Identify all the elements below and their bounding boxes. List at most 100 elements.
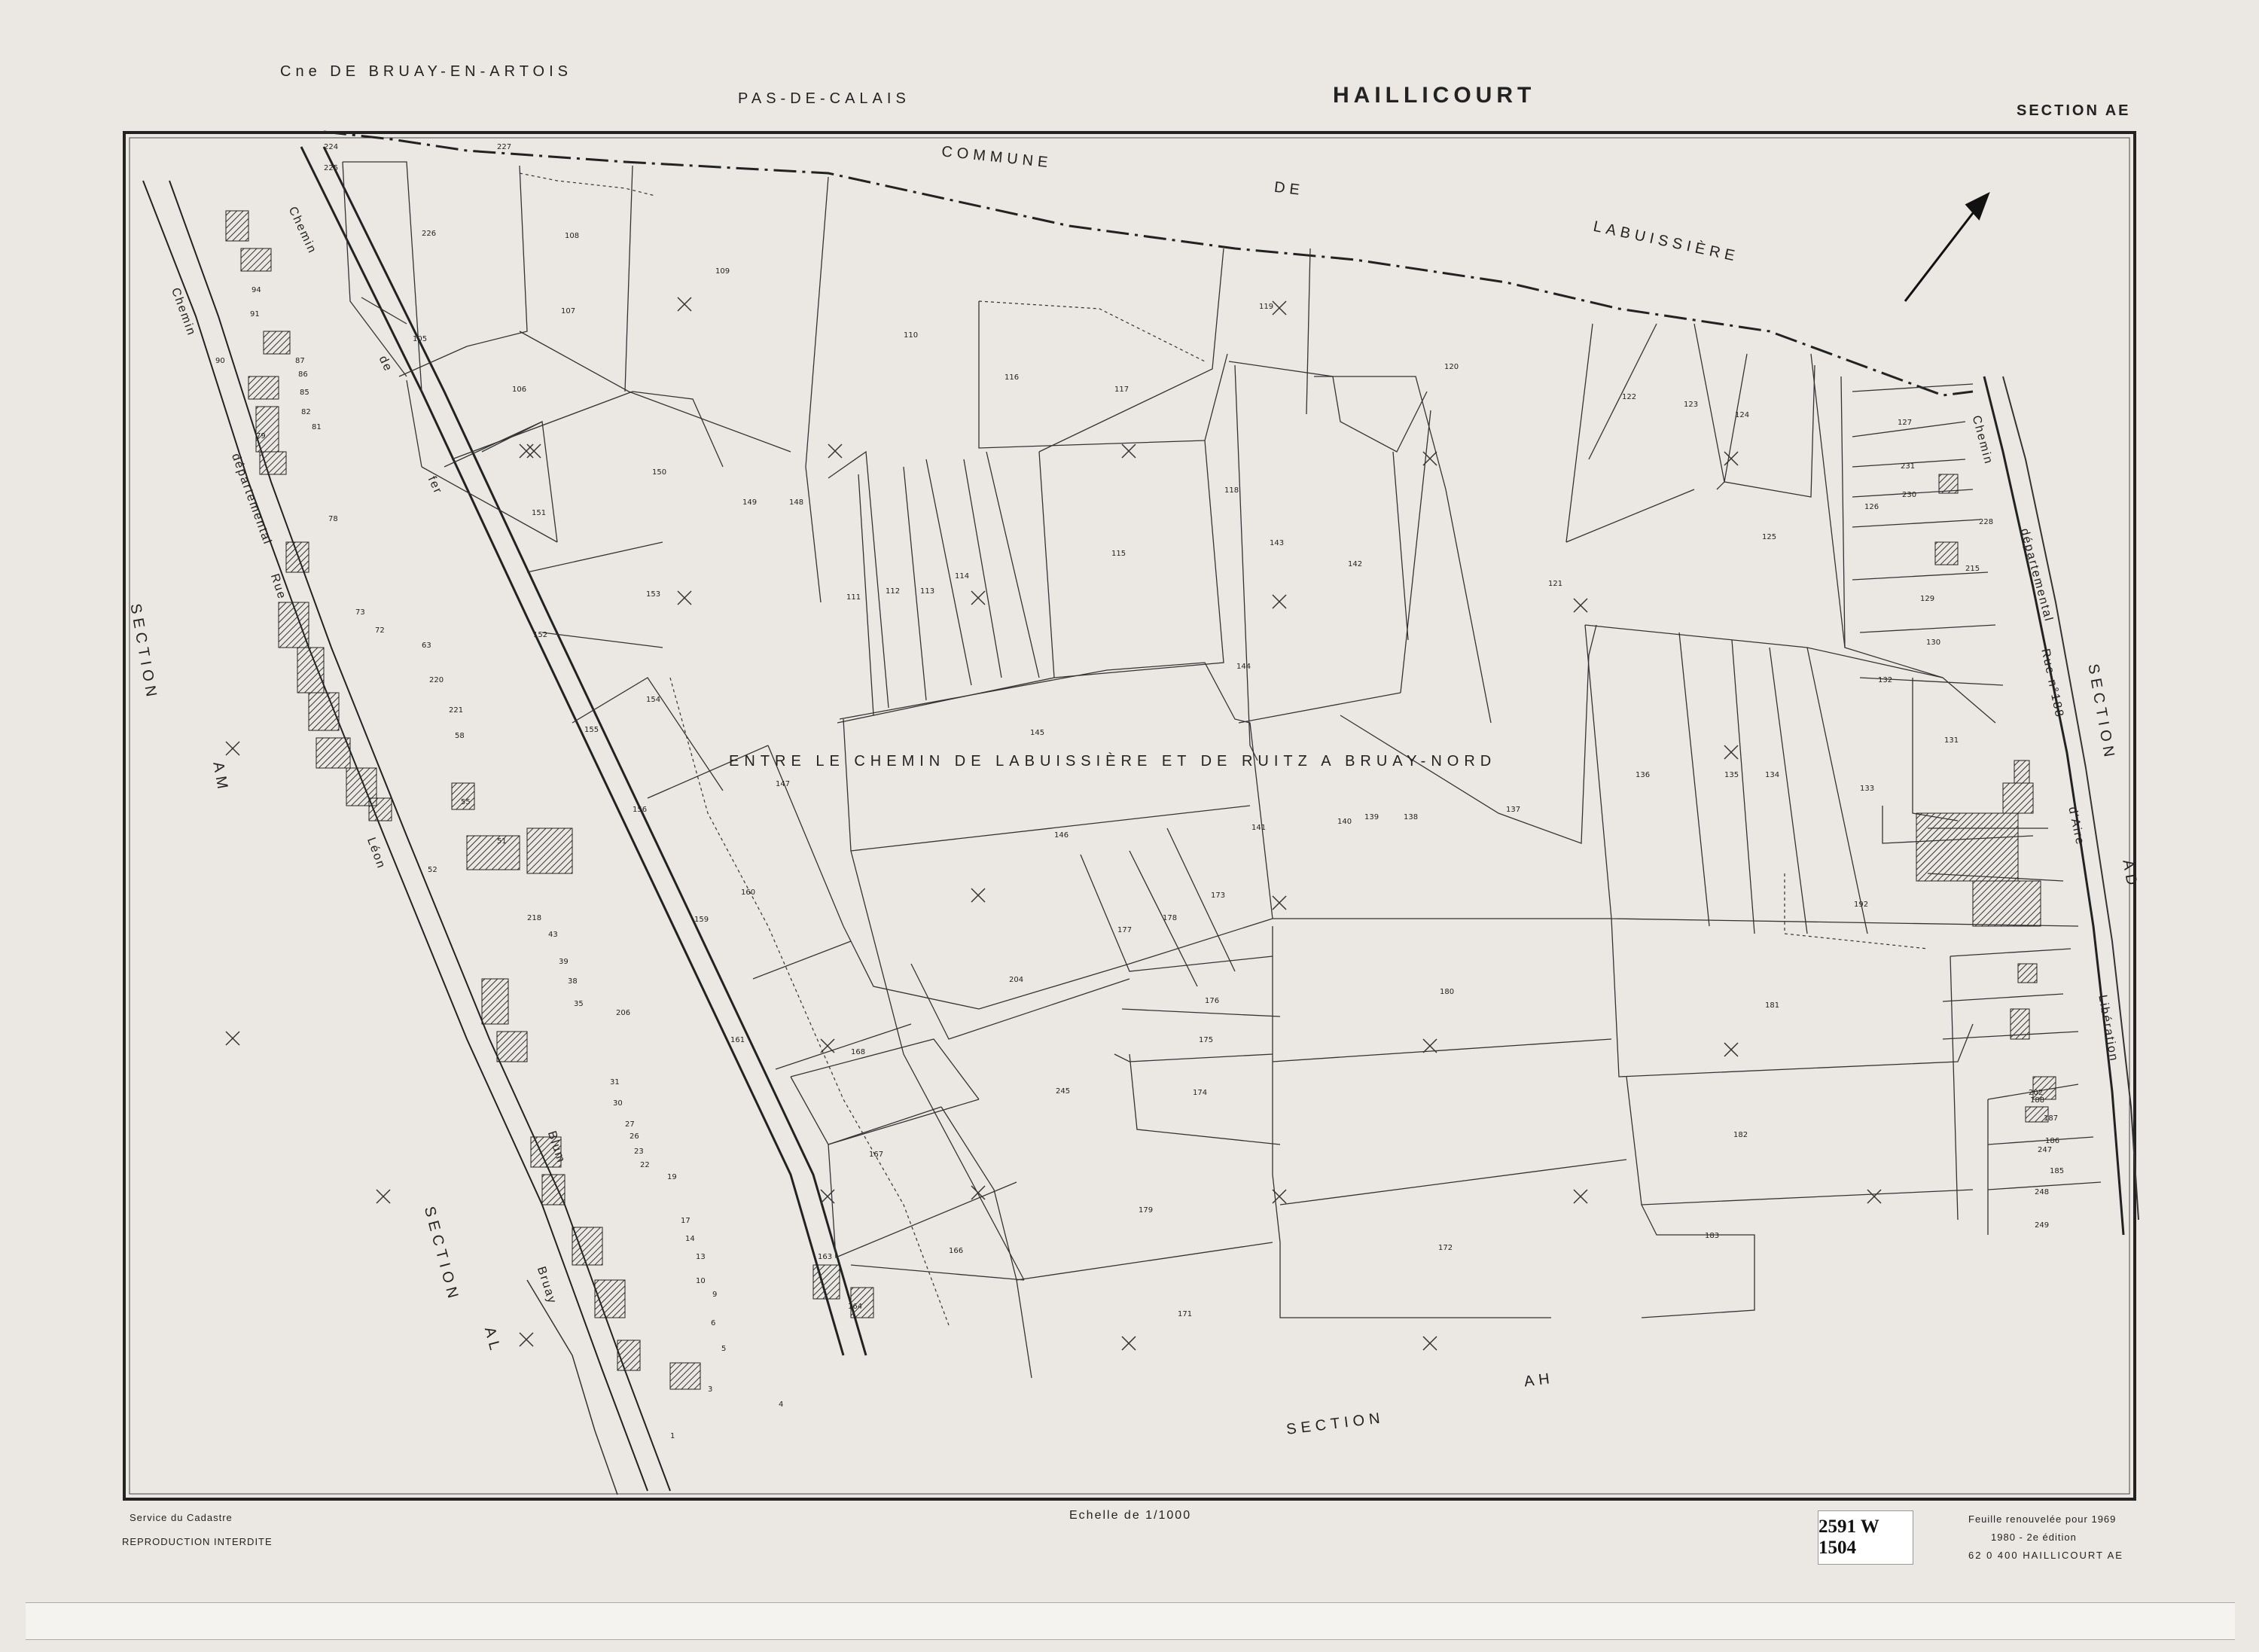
parcel-number: 137	[1506, 806, 1521, 814]
parcel-number: 120	[1444, 363, 1459, 371]
parcel-number: 218	[527, 914, 542, 922]
parcel-number: 220	[429, 676, 444, 684]
parcel-number: 5	[721, 1345, 727, 1353]
parcel-number: 13	[696, 1253, 706, 1261]
parcel-number: 109	[715, 267, 730, 276]
parcel-number: 249	[2035, 1221, 2050, 1230]
parcel-number: 174	[1193, 1089, 1208, 1097]
parcel-number: 30	[613, 1099, 623, 1108]
parcel-number: 147	[776, 780, 791, 788]
parcel-number: 149	[742, 498, 758, 507]
parcel-number: 134	[1765, 771, 1780, 779]
parcel-number: 43	[548, 931, 558, 939]
parcel-number: 111	[846, 593, 861, 602]
parcel-number: 123	[1684, 401, 1699, 409]
parcel-number: 85	[300, 389, 309, 397]
parcel-number: 161	[730, 1036, 745, 1044]
footer-scale: Echelle de 1/1000	[1069, 1509, 1192, 1522]
parcel-number: 173	[1211, 892, 1226, 900]
parcel-number: 110	[904, 331, 919, 340]
parcel-number: 187	[2044, 1114, 2059, 1123]
locality-label: ENTRE LE CHEMIN DE LABUISSIÈRE ET DE RUI…	[729, 753, 1497, 770]
north-arrow	[1904, 191, 1990, 302]
parcel-number: 225	[324, 164, 339, 172]
parcel-number: 87	[295, 357, 305, 365]
parcel-number: 155	[584, 726, 599, 734]
parcel-number: 188	[2030, 1096, 2045, 1105]
parcel-number: 130	[1926, 639, 1941, 647]
parcel-number: 136	[1636, 771, 1651, 779]
parcel-number: 19	[667, 1173, 677, 1181]
commune-title: HAILLICOURT	[1333, 83, 1536, 108]
parcel-number: 181	[1765, 1001, 1780, 1010]
parcel-number: 131	[1944, 736, 1959, 745]
footer-edition: 1980 - 2e édition	[1991, 1532, 2077, 1543]
parcel-number: 142	[1348, 560, 1363, 568]
parcel-number: 52	[428, 866, 437, 874]
parcel-number: 81	[312, 423, 322, 431]
parcel-number: 179	[1139, 1206, 1154, 1215]
parcel-number: 224	[324, 143, 339, 151]
department-label: PAS-DE-CALAIS	[738, 90, 910, 107]
parcel-number: 177	[1117, 926, 1133, 934]
parcel-number: 55	[461, 798, 471, 806]
label-de: DE	[1273, 178, 1306, 200]
parcel-number: 215	[1965, 565, 1980, 573]
parcel-number: 39	[559, 958, 569, 966]
parcel-number: 132	[1878, 676, 1893, 684]
parcel-number: 227	[497, 143, 512, 151]
parcel-number: 168	[851, 1048, 866, 1056]
parcel-number: 186	[2045, 1137, 2060, 1145]
parcel-number: 51	[497, 837, 507, 846]
parcel-number: 175	[1199, 1036, 1214, 1044]
parcel-number: 230	[1902, 491, 1917, 499]
parcel-number: 58	[455, 732, 465, 740]
parcel-number: 26	[630, 1132, 639, 1141]
parcel-number: 126	[1864, 503, 1879, 511]
parcel-number: 183	[1705, 1232, 1720, 1240]
parcel-number: 228	[1979, 518, 1994, 526]
parcel-number: 154	[646, 696, 661, 704]
parcel-number: 117	[1114, 386, 1130, 394]
parcel-number: 27	[625, 1120, 635, 1129]
parcel-number: 10	[696, 1277, 706, 1285]
parcel-number: 122	[1622, 393, 1637, 401]
parcel-number: 116	[1005, 373, 1020, 382]
parcel-number: 180	[1440, 988, 1455, 996]
parcel-number: 164	[848, 1303, 863, 1311]
parcel-number: 94	[252, 286, 261, 294]
parcel-number: 127	[1898, 419, 1913, 427]
parcel-number: 221	[449, 706, 464, 715]
parcel-number: 91	[250, 310, 260, 319]
railway-line-2	[322, 146, 867, 1356]
parcel-number: 124	[1735, 411, 1750, 419]
parcel-number: 133	[1860, 785, 1875, 793]
neighbor-commune-label: Cne DE BRUAY-EN-ARTOIS	[280, 63, 573, 80]
railway-line-1	[300, 146, 845, 1356]
parcel-number: 112	[886, 587, 901, 596]
parcel-number: 248	[2035, 1188, 2050, 1196]
footer-reproduction: REPRODUCTION INTERDITE	[122, 1536, 273, 1547]
parcel-number: 141	[1251, 824, 1267, 832]
parcel-number: 38	[568, 977, 578, 986]
parcel-number: 121	[1548, 580, 1563, 588]
footer-service: Service du Cadastre	[130, 1512, 233, 1523]
parcel-number: 160	[741, 888, 756, 897]
parcel-number: 78	[328, 515, 338, 523]
parcel-number: 139	[1364, 813, 1379, 821]
parcel-number: 108	[565, 232, 580, 240]
parcel-number: 106	[512, 386, 527, 394]
parcel-number: 129	[1920, 595, 1935, 603]
parcel-number: 63	[422, 642, 431, 650]
cadastral-map	[29, 130, 2224, 1626]
parcel-number: 113	[920, 587, 935, 596]
parcel-number: 90	[215, 357, 225, 365]
parcel-number: 138	[1404, 813, 1419, 821]
parcel-number: 148	[789, 498, 804, 507]
parcel-number: 182	[1733, 1131, 1748, 1139]
cadastral-sheet: Cne DE BRUAY-EN-ARTOIS PAS-DE-CALAIS HAI…	[0, 0, 2259, 1652]
parcel-number: 231	[1901, 462, 1916, 471]
parcel-number: 176	[1205, 997, 1220, 1005]
footer-renewal: Feuille renouvelée pour 1969	[1968, 1513, 2117, 1525]
parcel-number: 145	[1030, 729, 1045, 737]
